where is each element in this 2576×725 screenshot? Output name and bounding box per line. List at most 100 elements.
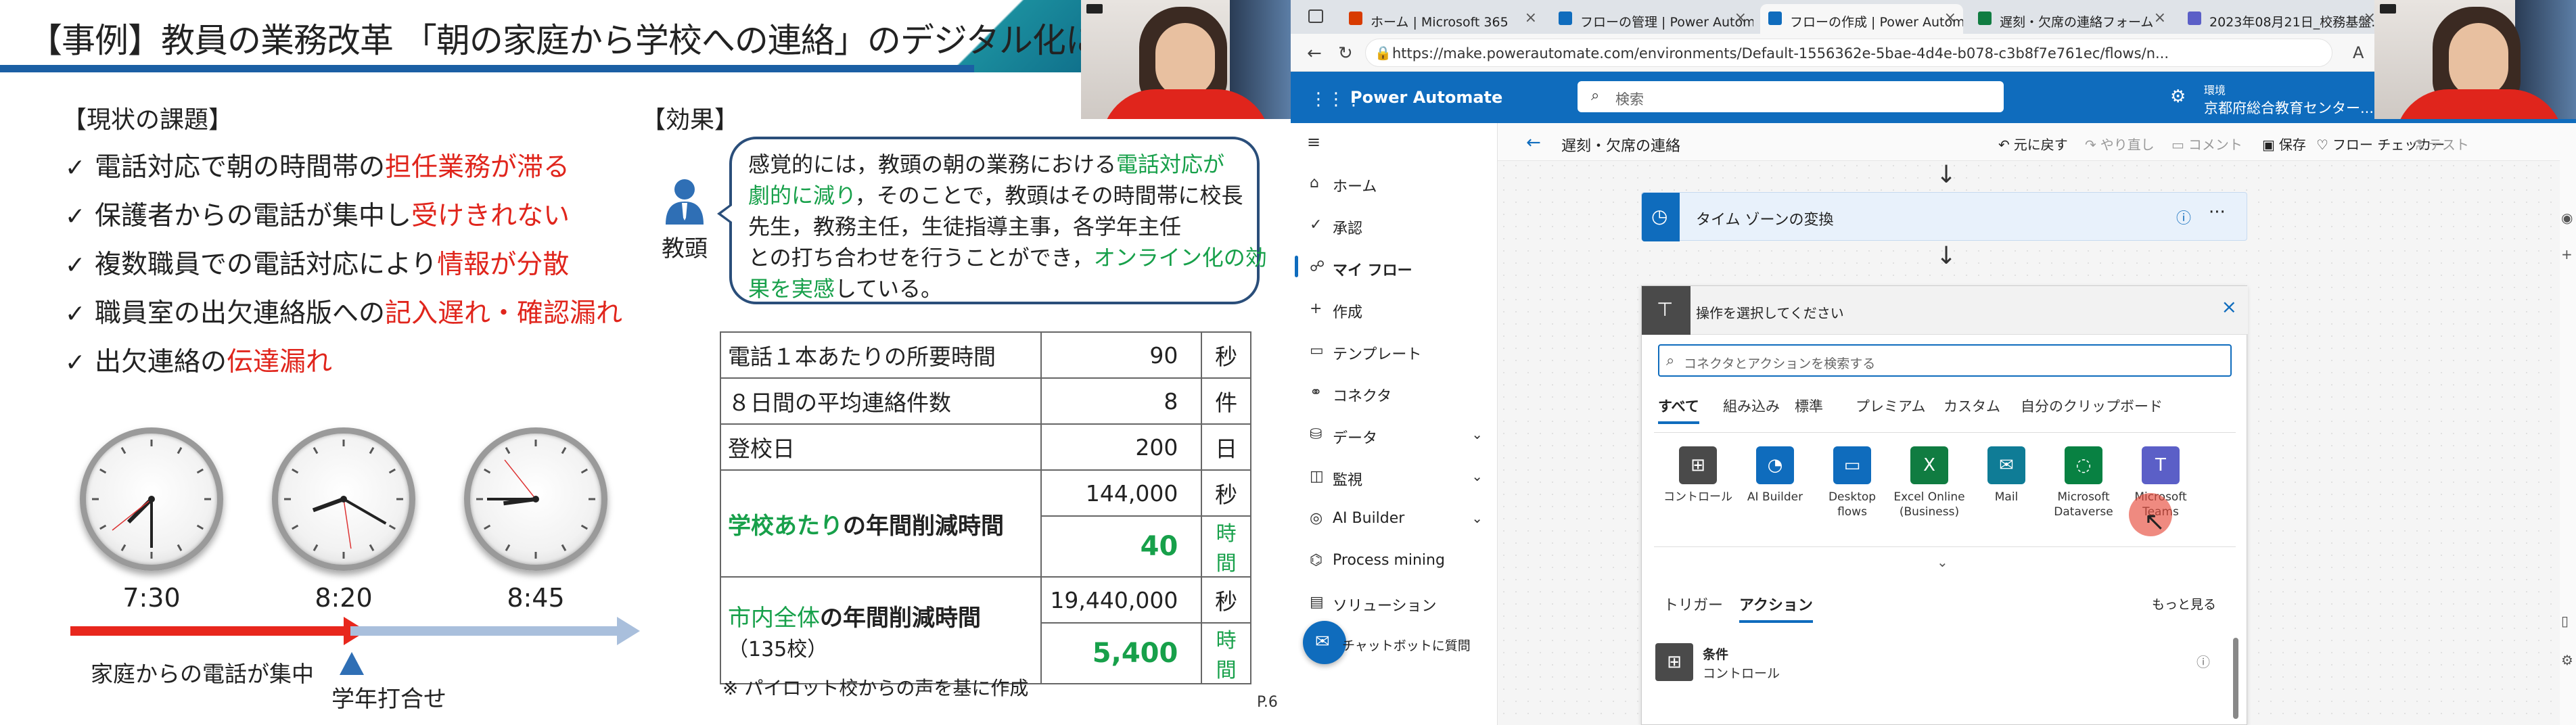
clock-icon bbox=[272, 427, 415, 571]
command-icon: ⚗ bbox=[2412, 137, 2424, 153]
connector-label: Excel Online (Business) bbox=[1893, 490, 1965, 519]
browser-tab[interactable]: フローの管理 | Power Automate× bbox=[1550, 4, 1753, 34]
tab-favicon-icon bbox=[2188, 11, 2201, 25]
bubble-text: との打ち合わせを行うことができ， bbox=[748, 245, 1094, 271]
nav-label: テンプレート bbox=[1333, 346, 1422, 363]
sidebar-item[interactable]: + 作成 bbox=[1291, 289, 1498, 327]
bubble-tail-inner bbox=[721, 206, 732, 222]
action-card-timezone[interactable]: ◷ タイム ゾーンの変換 ⓘ ··· bbox=[1641, 192, 2247, 241]
close-tab-icon[interactable]: × bbox=[2154, 9, 2166, 26]
chevron-down-icon[interactable]: ⌄ bbox=[1471, 426, 1483, 442]
presenter-face bbox=[2449, 23, 2508, 97]
category-tab[interactable]: 標準 bbox=[1795, 396, 1823, 416]
chevron-down-icon[interactable]: ⌄ bbox=[1471, 510, 1483, 526]
command-label: やり直し bbox=[2100, 137, 2155, 153]
clock-center bbox=[340, 496, 347, 502]
sidebar-item[interactable]: ▤ ソリューション bbox=[1291, 583, 1498, 621]
environment-icon[interactable]: ⚙ bbox=[2170, 87, 2186, 107]
command-button[interactable]: ▣ 保存 bbox=[2262, 134, 2306, 154]
back-icon[interactable]: ← bbox=[1307, 43, 1322, 64]
info-icon[interactable]: ⓘ bbox=[2196, 651, 2210, 671]
command-label: テスト bbox=[2428, 137, 2469, 153]
bubble-highlight: オンライン化の効 bbox=[1093, 245, 1267, 271]
camera-icon bbox=[1086, 4, 1103, 14]
close-icon[interactable]: × bbox=[2222, 296, 2237, 318]
chevron-down-icon[interactable]: ⌄ bbox=[1937, 554, 1948, 570]
connector-label: AI Builder bbox=[1747, 490, 1803, 504]
connector-tile[interactable]: ◔ AI Builder bbox=[1738, 446, 1812, 505]
search-icon: ⌕ bbox=[1591, 87, 1600, 104]
sidebar-item[interactable]: ⌂ ホーム bbox=[1291, 164, 1498, 202]
browser-tab[interactable]: 2023年08月21日_校務基盤... × bbox=[2180, 4, 2383, 34]
outlook-icon[interactable]: ◉ bbox=[2561, 210, 2573, 226]
lock-icon[interactable]: 🔒 bbox=[1375, 45, 1392, 61]
command-button[interactable]: ⚗ テスト bbox=[2412, 134, 2469, 154]
category-tab[interactable]: カスタム bbox=[1944, 396, 2000, 416]
sidebar-toggle-icon[interactable]: ▯ bbox=[2561, 613, 2569, 629]
category-tab[interactable]: 自分のクリップボード bbox=[2021, 396, 2163, 416]
panel-title: 操作を選択してください bbox=[1696, 305, 1844, 321]
sidebar-item[interactable]: ▭ テンプレート bbox=[1291, 331, 1498, 369]
add-icon[interactable]: + bbox=[2561, 246, 2573, 262]
read-aloud-icon[interactable]: A bbox=[2353, 43, 2364, 62]
trigger-action-tab[interactable]: トリガー bbox=[1663, 593, 1723, 615]
clock-tick bbox=[580, 524, 588, 530]
command-button[interactable]: ↷ やり直し bbox=[2085, 134, 2155, 154]
sidebar-item[interactable]: ◫ 監視 ⌄ bbox=[1291, 457, 1498, 495]
browser-tab[interactable]: 遅刻・欠席の連絡フォーム × bbox=[1970, 4, 2173, 34]
connector-tile[interactable]: ◌ Microsoft Dataverse bbox=[2046, 446, 2121, 519]
header-search[interactable]: ⌕ 検索 bbox=[1578, 81, 2004, 112]
url-text[interactable]: https://make.powerautomate.com/environme… bbox=[1392, 45, 2169, 62]
connector-tile[interactable]: ⊞ コントロール bbox=[1661, 446, 1735, 505]
connector-tile[interactable]: X Excel Online (Business) bbox=[1892, 446, 1967, 519]
sidebar-item[interactable]: ⌬ Process mining bbox=[1291, 541, 1498, 579]
nav-icon: ⌬ bbox=[1310, 552, 1323, 569]
category-tab[interactable]: プレミアム bbox=[1856, 396, 1926, 416]
sidebar-item[interactable]: ◎ AI Builder ⌄ bbox=[1291, 499, 1498, 537]
connector-tile[interactable]: ▭ Desktop flows bbox=[1815, 446, 1889, 519]
category-tab[interactable]: 組み込み bbox=[1723, 396, 1780, 416]
second-hand bbox=[504, 459, 536, 500]
sidebar-item[interactable]: ⛁ データ ⌄ bbox=[1291, 415, 1498, 453]
app-name[interactable]: Power Automate bbox=[1350, 88, 1502, 107]
sidebar-item[interactable]: ✓ 承認 bbox=[1291, 206, 1498, 243]
command-icon: ▭ bbox=[2171, 137, 2184, 153]
sidebar-item[interactable]: ⚭ コネクタ bbox=[1291, 373, 1498, 411]
hamburger-icon[interactable]: ≡ bbox=[1307, 133, 1320, 151]
action-item-condition[interactable]: ⊞ 条件 コントロール ⓘ bbox=[1655, 638, 2210, 686]
trigger-action-tab[interactable]: アクション bbox=[1739, 593, 1813, 623]
browser-tab[interactable]: フローの作成 | Power Automate× bbox=[1760, 4, 1963, 34]
settings-icon[interactable]: ⚙ bbox=[2561, 652, 2573, 668]
panel-scrollbar[interactable] bbox=[2233, 638, 2238, 719]
table-cell-label: 市内全体の年間削減時間 （135校） bbox=[719, 576, 1042, 684]
command-button[interactable]: ↶ 元に戻す bbox=[1998, 134, 2068, 154]
checkmark-icon: ✓ bbox=[65, 154, 86, 182]
tab-label: フローの管理 | Power Automate bbox=[1580, 15, 1753, 30]
close-tab-icon[interactable]: × bbox=[1944, 9, 1956, 26]
back-arrow-icon[interactable]: ← bbox=[1526, 133, 1541, 153]
environment-label[interactable]: 環境 bbox=[2204, 81, 2226, 97]
connector-search-input[interactable]: ⌕ コネクタとアクションを検索する bbox=[1658, 344, 2232, 377]
browser-tab[interactable]: ホーム | Microsoft 365 × bbox=[1341, 4, 1544, 34]
chatbot-button[interactable]: ✉ bbox=[1303, 621, 1346, 664]
chevron-down-icon[interactable]: ⌄ bbox=[1471, 468, 1483, 484]
window-menu-icon[interactable] bbox=[1308, 9, 1323, 23]
more-options-icon[interactable]: ··· bbox=[2209, 202, 2226, 223]
mouse-cursor-icon: ↖ bbox=[2144, 507, 2165, 536]
environment-value[interactable]: 京都府総合教育センター... bbox=[2204, 97, 2374, 118]
refresh-icon[interactable]: ↻ bbox=[1338, 43, 1353, 64]
search-placeholder: コネクタとアクションを検索する bbox=[1684, 356, 1876, 371]
category-tab[interactable]: すべて bbox=[1658, 396, 1699, 424]
clock-tick bbox=[177, 544, 183, 551]
chatbot-label[interactable]: チャットボットに質問 bbox=[1342, 636, 1471, 654]
sidebar-item[interactable]: ☍ マイ フロー bbox=[1291, 248, 1498, 285]
connector-tile[interactable]: ✉ Mail bbox=[1969, 446, 2044, 505]
grade-meeting-label: 学年打合せ bbox=[331, 686, 446, 713]
close-tab-icon[interactable]: × bbox=[1734, 9, 1747, 26]
flow-canvas[interactable]: ← 遅刻・欠席の連絡 ↶ 元に戻す ↷ やり直し ▭ コメント ▣ 保存 ♡ フロー チェッカー ⚗… bbox=[1498, 123, 2576, 725]
help-icon[interactable]: ⓘ bbox=[2176, 206, 2191, 228]
command-button[interactable]: ▭ コメント bbox=[2171, 134, 2242, 154]
see-more-link[interactable]: もっと見る bbox=[2152, 594, 2216, 613]
table-row: ８日間の平均連絡件数 8 件 bbox=[719, 377, 1251, 425]
close-tab-icon[interactable]: × bbox=[1525, 9, 1537, 26]
